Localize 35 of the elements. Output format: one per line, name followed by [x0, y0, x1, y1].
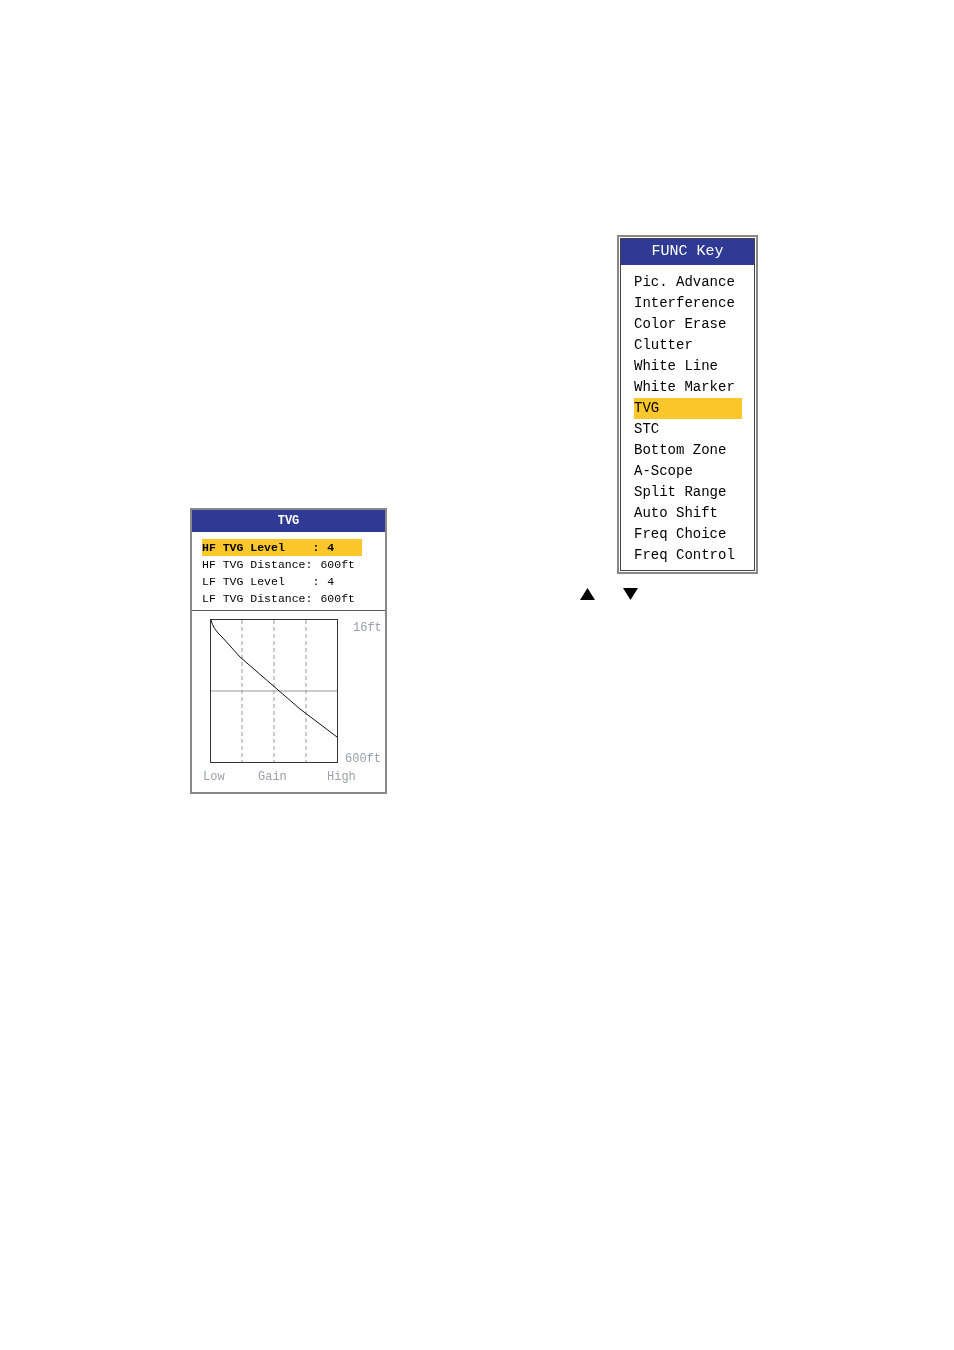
- setting-label: LF TVG Level :: [202, 574, 320, 590]
- setting-label: HF TVG Distance:: [202, 557, 313, 573]
- depth-label: 600ft: [345, 751, 382, 768]
- menu-item[interactable]: TVG: [634, 398, 742, 419]
- menu-item[interactable]: Freq Control: [634, 545, 742, 566]
- setting-row[interactable]: HF TVG Level : 4: [202, 539, 362, 556]
- setting-value: 600ft: [320, 591, 355, 607]
- setting-label: HF TVG Level :: [202, 540, 320, 556]
- setting-value: 600ft: [320, 557, 355, 573]
- up-triangle-icon: [580, 588, 595, 600]
- setting-row[interactable]: HF TVG Distance: 600ft: [202, 556, 362, 573]
- setting-label: LF TVG Distance:: [202, 591, 313, 607]
- setting-row[interactable]: LF TVG Distance: 600ft: [202, 590, 362, 607]
- menu-item[interactable]: Clutter: [634, 335, 742, 356]
- menu-item[interactable]: Color Erase: [634, 314, 742, 335]
- depth-label: 16ft: [353, 620, 382, 637]
- down-triangle-icon: [623, 588, 638, 600]
- menu-item[interactable]: Freq Choice: [634, 524, 742, 545]
- menu-item[interactable]: A-Scope: [634, 461, 742, 482]
- axis-label: Low: [203, 769, 226, 786]
- axis-label: High: [327, 769, 356, 786]
- setting-value: 4: [327, 574, 335, 590]
- menu-item[interactable]: Bottom Zone: [634, 440, 742, 461]
- menu-item[interactable]: Pic. Advance: [634, 272, 742, 293]
- menu-item[interactable]: Auto Shift: [634, 503, 742, 524]
- setting-row[interactable]: LF TVG Level : 4: [202, 573, 362, 590]
- menu-item[interactable]: White Line: [634, 356, 742, 377]
- menu-item[interactable]: Split Range: [634, 482, 742, 503]
- setting-value: 4: [327, 540, 335, 556]
- axis-label: Gain: [258, 769, 288, 786]
- menu-item[interactable]: White Marker: [634, 377, 742, 398]
- panel-title: TVG: [192, 510, 385, 532]
- menu-item[interactable]: Interference: [634, 293, 742, 314]
- menu-item[interactable]: STC: [634, 419, 742, 440]
- menu-title: FUNC Key: [621, 239, 754, 265]
